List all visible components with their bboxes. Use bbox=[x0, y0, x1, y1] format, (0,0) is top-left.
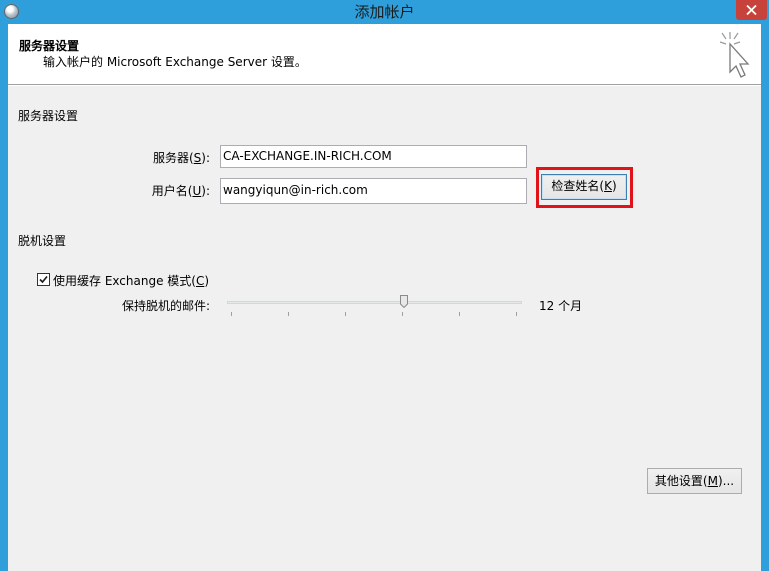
header-title: 服务器设置 bbox=[19, 39, 80, 53]
keep-mail-label: 保持脱机的邮件: bbox=[121, 299, 210, 313]
window-title: 添加帐户 bbox=[354, 3, 415, 21]
header-panel: 服务器设置 输入帐户的 Microsoft Exchange Server 设置… bbox=[8, 24, 761, 84]
username-input[interactable]: wangyiqun@in-rich.com bbox=[220, 178, 527, 204]
slider-tick bbox=[459, 312, 460, 316]
username-hotkey: U bbox=[192, 184, 202, 198]
more-settings-label-end: )... bbox=[717, 474, 735, 488]
add-account-window: 添加帐户 服务器设置 输入帐户的 Microsoft Exchange Serv… bbox=[0, 0, 769, 571]
keep-mail-slider-track[interactable] bbox=[227, 301, 522, 304]
more-settings-hotkey: M bbox=[707, 474, 718, 488]
slider-tick bbox=[516, 312, 517, 316]
cached-mode-label[interactable]: 使用缓存 Exchange 模式(C) bbox=[53, 272, 209, 289]
cached-mode-label-end: ) bbox=[204, 274, 210, 288]
check-name-label: 检查姓名( bbox=[551, 179, 605, 193]
slider-tick bbox=[231, 312, 232, 316]
body-panel: 服务器设置 服务器(S): CA-EXCHANGE.IN-RICH.COM 用户… bbox=[8, 86, 761, 571]
username-label-end: ): bbox=[201, 184, 210, 198]
cached-mode-label-text: 使用缓存 Exchange 模式( bbox=[53, 274, 196, 288]
username-label-text: 用户名( bbox=[151, 184, 193, 198]
offline-settings-heading: 脱机设置 bbox=[18, 234, 67, 248]
cached-mode-checkbox[interactable] bbox=[37, 273, 50, 286]
slider-tick bbox=[402, 312, 403, 316]
username-label: 用户名(U): bbox=[128, 182, 210, 199]
server-label-text: 服务器( bbox=[152, 151, 194, 165]
check-name-hotkey: K bbox=[604, 179, 612, 193]
close-button[interactable] bbox=[736, 0, 767, 20]
more-settings-label: 其他设置( bbox=[654, 474, 708, 488]
server-input[interactable]: CA-EXCHANGE.IN-RICH.COM bbox=[220, 145, 527, 168]
more-settings-button[interactable]: 其他设置(M)... bbox=[647, 468, 742, 494]
slider-tick bbox=[288, 312, 289, 316]
server-label-end: ): bbox=[201, 151, 210, 165]
header-subtitle: 输入帐户的 Microsoft Exchange Server 设置。 bbox=[43, 55, 307, 69]
check-name-button[interactable]: 检查姓名(K) bbox=[541, 174, 627, 200]
keep-mail-slider-thumb[interactable] bbox=[400, 295, 408, 308]
slider-tick bbox=[345, 312, 346, 316]
keep-mail-value: 12 个月 bbox=[539, 299, 583, 313]
check-name-label-end: ) bbox=[611, 179, 617, 193]
checkmark-icon bbox=[39, 275, 48, 284]
close-icon bbox=[746, 5, 757, 15]
server-settings-heading: 服务器设置 bbox=[18, 109, 79, 123]
title-bar[interactable]: 添加帐户 bbox=[0, 0, 769, 24]
server-label: 服务器(S): bbox=[128, 149, 210, 166]
sparkle-cursor-icon bbox=[719, 32, 750, 78]
